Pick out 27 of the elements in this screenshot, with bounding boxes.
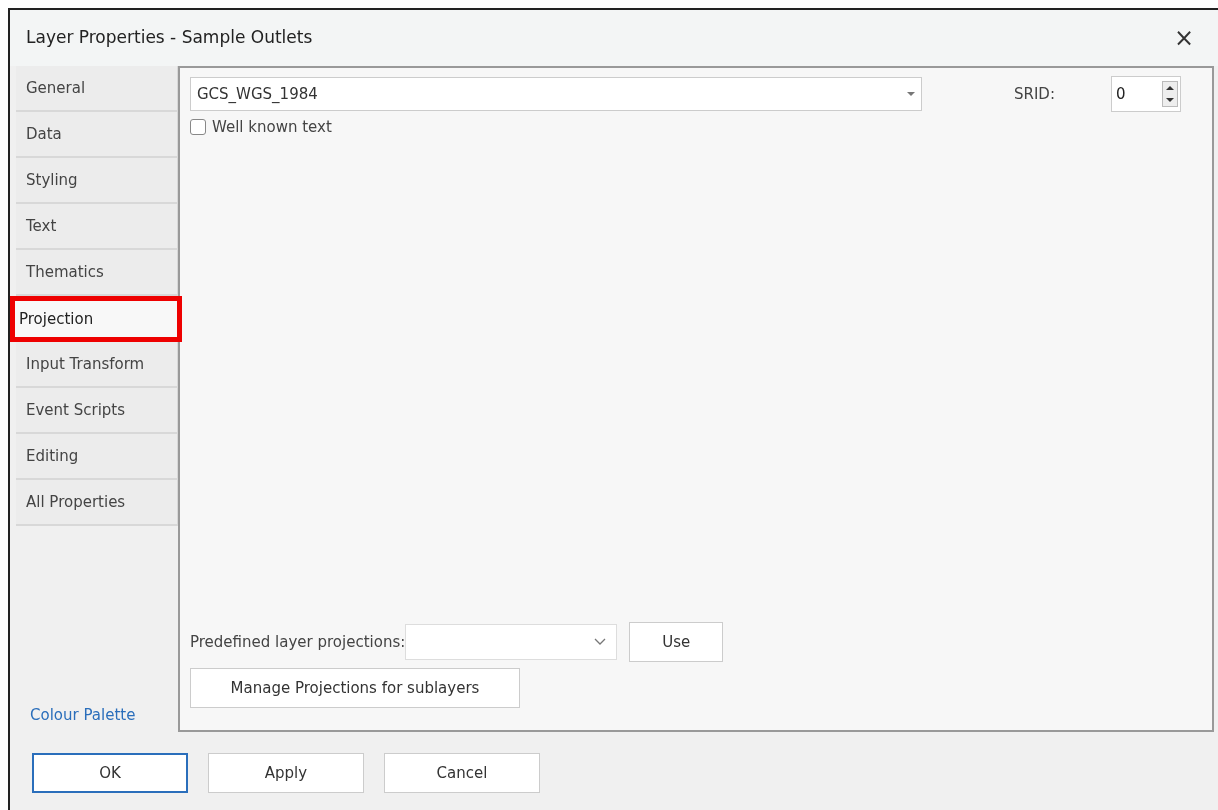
tab[interactable]: All Properties	[16, 480, 178, 526]
window-title: Layer Properties - Sample Outlets	[26, 26, 313, 50]
colour-palette-link[interactable]: Colour Palette	[16, 703, 178, 726]
close-button[interactable]: ×	[1165, 26, 1202, 50]
dialog-button[interactable]: Apply	[208, 753, 364, 793]
dialog-button[interactable]: OK	[32, 753, 188, 793]
tab[interactable]: Input Transform	[16, 342, 178, 388]
srid-label: SRID:	[1014, 83, 1055, 105]
dropdown-caret-icon	[907, 92, 915, 96]
tab[interactable]: Text	[16, 204, 178, 250]
manage-projections-button[interactable]: Manage Projections for sublayers	[190, 668, 520, 708]
spinner-arrows-icon	[1162, 81, 1178, 107]
tab[interactable]: Thematics	[16, 250, 178, 296]
dialog-button[interactable]: Cancel	[384, 753, 540, 793]
well-known-text-label: Well known text	[212, 117, 332, 138]
tab[interactable]: Styling	[16, 158, 178, 204]
use-button[interactable]: Use	[629, 622, 724, 662]
well-known-text-checkbox[interactable]	[190, 119, 206, 136]
projection-dropdown[interactable]: GCS_WGS_1984	[190, 77, 922, 111]
tab[interactable]: Projection	[10, 296, 182, 342]
tab[interactable]: Data	[16, 112, 178, 158]
tab[interactable]: Event Scripts	[16, 388, 178, 434]
srid-spinner[interactable]: 0	[1111, 76, 1181, 112]
predefined-projections-label: Predefined layer projections:	[190, 631, 406, 653]
chevron-down-icon	[594, 638, 607, 646]
tab[interactable]: General	[16, 66, 178, 112]
tab[interactable]: Editing	[16, 434, 178, 480]
